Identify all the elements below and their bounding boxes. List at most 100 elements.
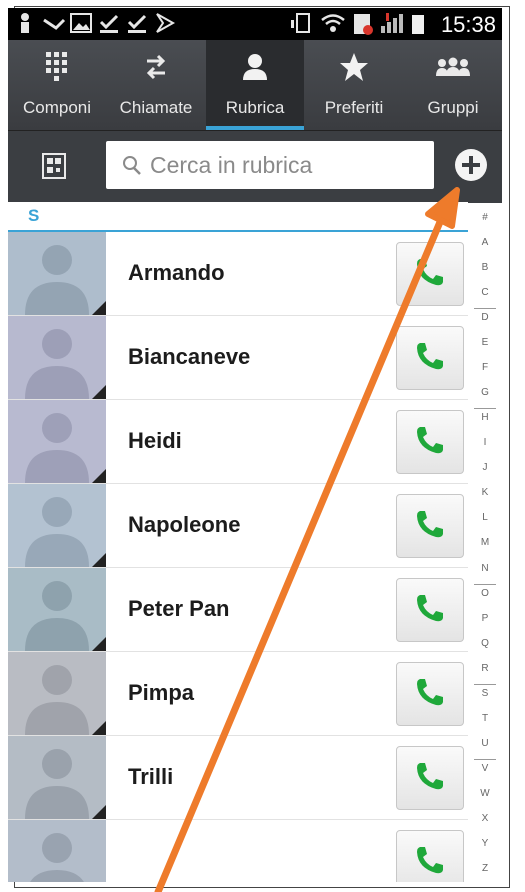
contact-row[interactable]: Napoleone — [8, 484, 468, 568]
battery-icon — [412, 12, 424, 40]
tab-gruppi[interactable]: Gruppi — [404, 40, 502, 130]
index-letter[interactable]: R — [468, 663, 502, 674]
index-letter[interactable]: J — [468, 462, 502, 473]
index-letter[interactable]: Y — [468, 838, 502, 849]
call-button[interactable] — [396, 578, 464, 642]
contact-row[interactable]: Trilli — [8, 736, 468, 820]
tab-preferiti[interactable]: Preferiti — [304, 40, 404, 130]
tab-label: Componi — [22, 98, 92, 117]
index-letter[interactable]: I — [468, 437, 502, 448]
index-letter[interactable]: A — [468, 237, 502, 248]
avatar[interactable] — [8, 316, 106, 399]
alphabet-index[interactable]: # A B C D E F G H I J K L M N O P Q R S T U V W X Y Z — [468, 206, 502, 882]
tab-bar: Componi Chiamate Rubrica Preferiti Grupp… — [8, 40, 502, 130]
index-letter[interactable]: C — [468, 287, 502, 298]
contact-name: Biancaneve — [128, 344, 251, 369]
index-separator — [474, 683, 496, 685]
phone-icon — [414, 256, 446, 293]
index-letter[interactable]: Z — [468, 863, 502, 874]
contact-name: Heidi — [128, 428, 182, 453]
tab-rubrica[interactable]: Rubrica — [206, 40, 304, 130]
avatar[interactable] — [8, 652, 106, 735]
index-letter[interactable]: P — [468, 613, 502, 624]
add-contact-icon[interactable] — [454, 148, 488, 187]
index-letter[interactable]: N — [468, 563, 502, 574]
index-letter[interactable]: Q — [468, 638, 502, 649]
index-letter[interactable]: # — [468, 212, 502, 223]
index-letter[interactable]: G — [468, 387, 502, 398]
index-letter[interactable]: E — [468, 337, 502, 348]
index-letter[interactable]: L — [468, 512, 502, 523]
index-letter[interactable]: D — [468, 312, 502, 323]
index-letter[interactable]: O — [468, 588, 502, 599]
groups-icon — [404, 50, 502, 84]
tab-componi[interactable]: Componi — [8, 40, 106, 130]
phone-icon — [414, 676, 446, 713]
tab-chiamate[interactable]: Chiamate — [106, 40, 206, 130]
sim-icon — [352, 12, 374, 42]
contact-row[interactable]: Pimpa — [8, 652, 468, 736]
call-button[interactable] — [396, 746, 464, 810]
index-letter[interactable]: M — [468, 537, 502, 548]
vibrate-icon — [290, 12, 314, 40]
picture-icon — [70, 12, 92, 40]
call-button[interactable] — [396, 494, 464, 558]
flag-icon — [154, 12, 176, 40]
wifi-icon — [320, 12, 346, 40]
avatar[interactable] — [8, 736, 106, 819]
phone-icon — [414, 592, 446, 629]
contact-name: Armando — [128, 260, 225, 285]
search-input[interactable]: Cerca in rubrica — [106, 141, 434, 189]
tab-label: Chiamate — [119, 98, 193, 117]
phone-icon — [414, 760, 446, 797]
call-button[interactable] — [396, 662, 464, 726]
qr-scan-icon[interactable] — [42, 153, 66, 184]
contact-row[interactable]: Armando — [8, 232, 468, 316]
index-letter[interactable]: S — [468, 688, 502, 699]
index-letter[interactable]: F — [468, 362, 502, 373]
contact-row[interactable]: Heidi — [8, 400, 468, 484]
tab-label: Preferiti — [324, 98, 384, 117]
phone-icon — [414, 340, 446, 377]
index-separator — [474, 408, 496, 410]
search-icon — [122, 141, 142, 205]
call-button[interactable] — [396, 410, 464, 474]
phone-icon — [414, 844, 446, 881]
call-button[interactable] — [396, 242, 464, 306]
call-button[interactable] — [396, 830, 464, 882]
download-check-icon — [126, 12, 148, 40]
index-separator — [474, 583, 496, 585]
search-bar: Cerca in rubrica — [8, 130, 502, 203]
avatar[interactable] — [8, 400, 106, 483]
index-separator — [474, 308, 496, 310]
phone-icon — [414, 508, 446, 545]
section-header: S — [8, 202, 468, 232]
avatar[interactable] — [8, 484, 106, 567]
contact-list: Armando Biancaneve Heidi Napoleone Peter… — [8, 232, 468, 882]
index-letter[interactable]: K — [468, 487, 502, 498]
index-letter[interactable]: B — [468, 262, 502, 273]
download-check-icon — [98, 12, 120, 40]
contact-row[interactable]: Peter Pan — [8, 568, 468, 652]
index-separator — [474, 758, 496, 760]
contact-name: Pimpa — [128, 680, 195, 705]
index-letter[interactable]: V — [468, 763, 502, 774]
avatar[interactable] — [8, 232, 106, 315]
voicemail-icon — [42, 12, 66, 40]
avatar[interactable] — [8, 820, 106, 882]
contact-row[interactable] — [8, 820, 468, 882]
star-icon — [304, 50, 404, 84]
index-letter[interactable]: T — [468, 713, 502, 724]
contact-row[interactable]: Biancaneve — [8, 316, 468, 400]
contact-name: Napoleone — [128, 512, 241, 537]
index-letter[interactable]: U — [468, 738, 502, 749]
status-bar: 15:38 — [8, 8, 502, 40]
call-button[interactable] — [396, 326, 464, 390]
avatar[interactable] — [8, 568, 106, 651]
search-placeholder: Cerca in rubrica — [150, 152, 313, 178]
index-letter[interactable]: W — [468, 788, 502, 799]
index-letter[interactable]: X — [468, 813, 502, 824]
index-letter[interactable]: H — [468, 412, 502, 423]
dialpad-icon — [8, 50, 106, 84]
contact-name: Peter Pan — [128, 596, 230, 621]
